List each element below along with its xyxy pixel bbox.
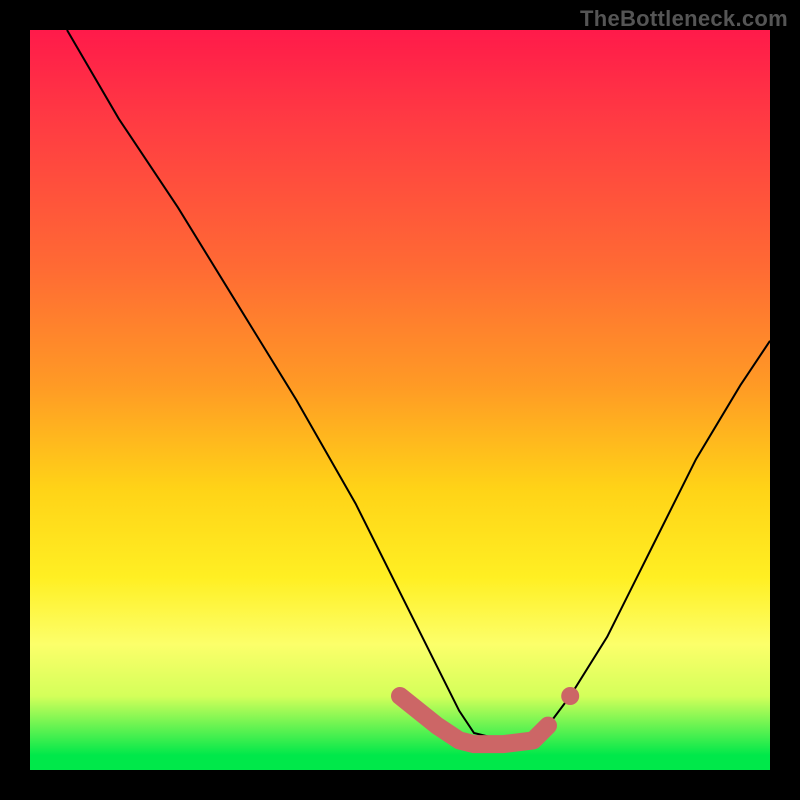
highlight-segment [400, 696, 548, 744]
curve-layer [30, 30, 770, 770]
bottleneck-curve [67, 30, 770, 740]
plot-area [30, 30, 770, 770]
watermark-text: TheBottleneck.com [580, 6, 788, 32]
highlight-dot [561, 687, 579, 705]
chart-canvas: TheBottleneck.com [0, 0, 800, 800]
